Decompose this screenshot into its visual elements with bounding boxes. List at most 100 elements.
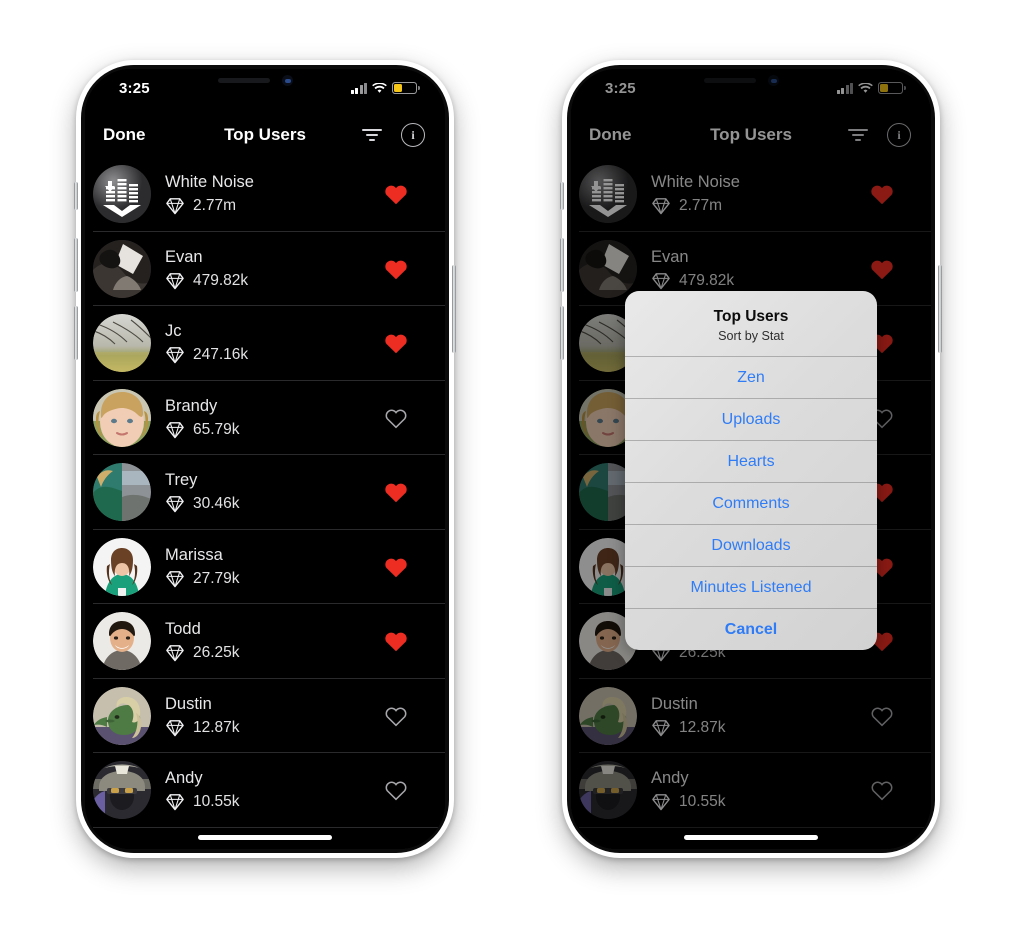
gem-icon xyxy=(165,719,185,737)
home-indicator[interactable] xyxy=(684,835,818,840)
photo-avatar-andy xyxy=(93,761,151,820)
user-stat: 2.77m xyxy=(165,197,254,215)
navigation-bar: Done Top Users i xyxy=(85,113,445,158)
user-name: Brandy xyxy=(165,396,218,415)
status-bar-indicators xyxy=(350,82,420,94)
action-sheet-header: Top Users Sort by Stat xyxy=(625,291,877,356)
photo-avatar-todd xyxy=(93,612,151,671)
row-content: Andy 10.55k xyxy=(165,769,240,811)
heart-outline-icon[interactable] xyxy=(383,778,409,802)
gem-icon xyxy=(165,421,185,439)
home-indicator[interactable] xyxy=(198,835,332,840)
done-button[interactable]: Done xyxy=(103,125,146,145)
sort-filter-icon[interactable] xyxy=(361,124,383,146)
user-name: White Noise xyxy=(165,173,254,192)
volume-down-button[interactable] xyxy=(74,306,78,360)
stat-value: 2.77m xyxy=(193,197,237,215)
heart-filled-icon[interactable] xyxy=(383,331,409,355)
action-sheet-subtitle: Sort by Stat xyxy=(718,329,784,344)
photo-avatar-jc xyxy=(93,314,151,373)
row-content: Brandy 65.79k xyxy=(165,397,240,439)
user-stat: 27.79k xyxy=(165,570,240,588)
phone-left: 3:25 Done Top Users i White Noise 2.77m Evan 47… xyxy=(74,60,456,858)
user-stat: 247.16k xyxy=(165,346,248,364)
heart-filled-icon[interactable] xyxy=(383,257,409,281)
row-content: Trey 30.46k xyxy=(165,471,240,513)
user-name: Jc xyxy=(165,322,182,341)
row-content: Jc 247.16k xyxy=(165,322,248,364)
action-sheet-option-hearts[interactable]: Hearts xyxy=(625,440,877,482)
table-row[interactable]: White Noise 2.77m xyxy=(85,157,445,232)
phone-screen-left: 3:25 Done Top Users i White Noise 2.77m Evan 47… xyxy=(85,69,445,849)
volume-up-button[interactable] xyxy=(560,238,564,292)
row-content: Marissa 27.79k xyxy=(165,546,240,588)
photo-avatar-evan xyxy=(93,239,151,298)
photo-avatar-trey xyxy=(93,463,151,522)
gem-icon xyxy=(165,570,185,588)
status-bar: 3:25 xyxy=(85,69,445,113)
row-content: Dustin 12.87k xyxy=(165,695,240,737)
user-stat: 65.79k xyxy=(165,421,240,439)
action-sheet-option-downloads[interactable]: Downloads xyxy=(625,524,877,566)
battery-low-power-icon xyxy=(392,82,420,94)
action-sheet-option-zen[interactable]: Zen xyxy=(625,356,877,398)
user-stat: 30.46k xyxy=(165,495,240,513)
table-row[interactable]: Andy 10.55k xyxy=(85,753,445,828)
wifi-icon xyxy=(372,82,387,94)
heart-outline-icon[interactable] xyxy=(383,704,409,728)
user-list[interactable]: White Noise 2.77m Evan 479.82k Jc 247.16k Bran… xyxy=(85,157,445,849)
user-stat: 479.82k xyxy=(165,272,248,290)
user-name: Evan xyxy=(165,247,203,266)
table-row[interactable]: Evan 479.82k xyxy=(85,232,445,307)
photo-avatar-marissa xyxy=(93,537,151,596)
action-sheet: Top Users Sort by Stat Zen Uploads Hearts Com… xyxy=(625,291,877,651)
volume-down-button[interactable] xyxy=(560,306,564,360)
table-row[interactable]: Dustin 12.87k xyxy=(85,679,445,754)
table-row[interactable]: Jc 247.16k xyxy=(85,306,445,381)
heart-filled-icon[interactable] xyxy=(383,480,409,504)
row-content: White Noise 2.77m xyxy=(165,173,254,215)
phone-screen-right: 3:25 Done Top Users i White Noise 2.77m Evan 47… xyxy=(571,69,931,849)
cancel-button[interactable]: Cancel xyxy=(625,608,877,650)
user-name: Marissa xyxy=(165,545,223,564)
user-name: Trey xyxy=(165,471,198,490)
gem-icon xyxy=(165,272,185,290)
table-row[interactable]: Brandy 65.79k xyxy=(85,381,445,456)
gem-icon xyxy=(165,346,185,364)
app-screen-list: 3:25 Done Top Users i White Noise 2.77m Evan 47… xyxy=(85,69,445,849)
heart-filled-icon[interactable] xyxy=(383,182,409,206)
info-circle-icon[interactable]: i xyxy=(401,123,425,147)
action-sheet-option-minutes-listened[interactable]: Minutes Listened xyxy=(625,566,877,608)
front-camera-icon xyxy=(282,75,293,86)
user-stat: 12.87k xyxy=(165,719,240,737)
table-row[interactable]: Todd 26.25k xyxy=(85,604,445,679)
volume-up-button[interactable] xyxy=(74,238,78,292)
stat-value: 30.46k xyxy=(193,495,240,513)
stat-value: 479.82k xyxy=(193,271,249,289)
table-row[interactable]: Trey 30.46k xyxy=(85,455,445,530)
gem-icon xyxy=(165,495,185,513)
power-button[interactable] xyxy=(938,265,942,353)
action-sheet-option-uploads[interactable]: Uploads xyxy=(625,398,877,440)
user-name: Andy xyxy=(165,769,203,788)
earpiece-speaker-icon xyxy=(218,78,270,83)
action-sheet-option-comments[interactable]: Comments xyxy=(625,482,877,524)
action-sheet-title: Top Users xyxy=(713,308,789,325)
table-row[interactable]: Marissa 27.79k xyxy=(85,530,445,605)
gem-icon xyxy=(165,793,185,811)
app-screen-sort-sheet: 3:25 Done Top Users i White Noise 2.77m Evan 47… xyxy=(571,69,931,849)
power-button[interactable] xyxy=(452,265,456,353)
heart-outline-icon[interactable] xyxy=(383,406,409,430)
illustration-avatar-dustin xyxy=(93,686,151,745)
user-stat: 10.55k xyxy=(165,793,240,811)
stat-value: 26.25k xyxy=(193,644,240,662)
user-name: Todd xyxy=(165,620,201,639)
mute-switch[interactable] xyxy=(74,182,78,210)
heart-filled-icon[interactable] xyxy=(383,629,409,653)
screenshot-canvas: 3:25 Done Top Users i White Noise 2.77m Evan 47… xyxy=(0,0,1024,925)
notch xyxy=(190,69,340,96)
phone-right: 3:25 Done Top Users i White Noise 2.77m Evan 47… xyxy=(560,60,942,858)
heart-filled-icon[interactable] xyxy=(383,555,409,579)
photo-avatar-brandy xyxy=(93,388,151,447)
mute-switch[interactable] xyxy=(560,182,564,210)
